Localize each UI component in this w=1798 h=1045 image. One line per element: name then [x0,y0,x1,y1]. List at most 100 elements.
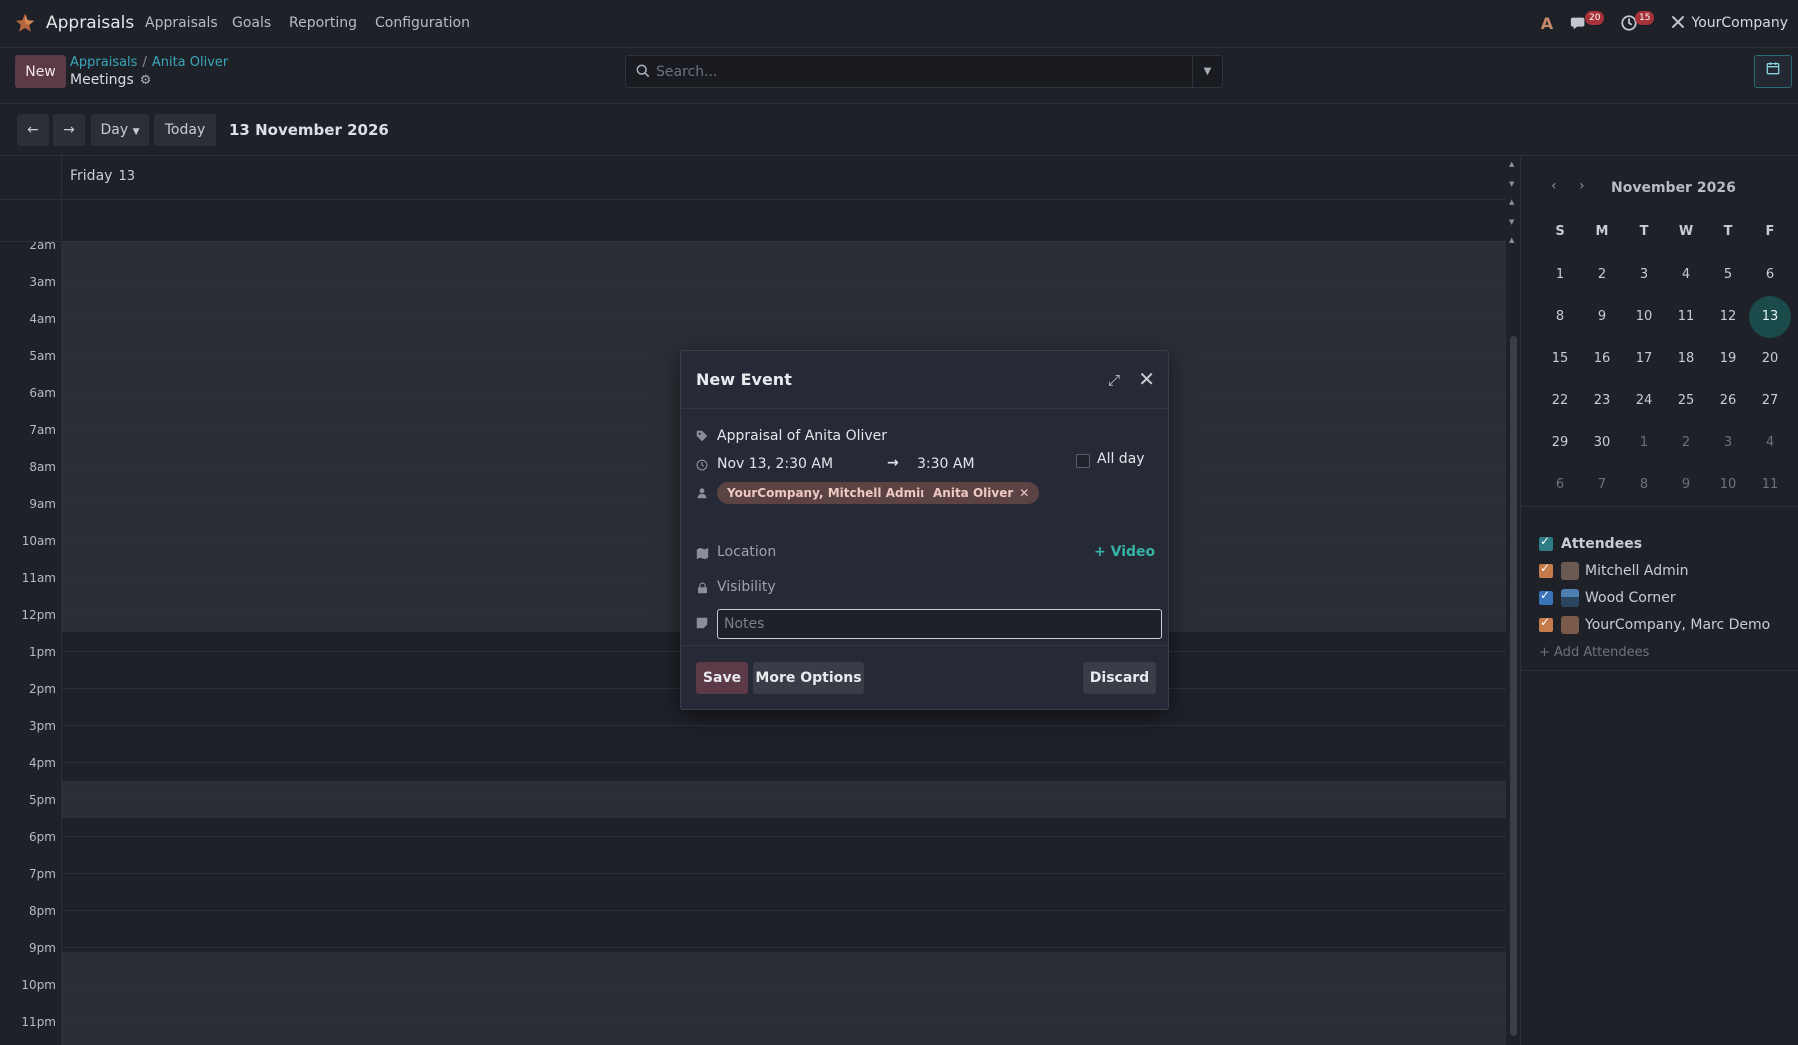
gear-icon[interactable]: ⚙ [140,73,152,88]
mini-calendar-day[interactable]: 20 [1749,338,1791,380]
attendee-checkbox[interactable] [1539,561,1553,578]
mini-calendar-day[interactable]: 13 [1749,296,1791,338]
mini-calendar-day[interactable]: 17 [1623,338,1665,380]
mini-calendar-day[interactable]: 4 [1749,422,1791,464]
mini-calendar-day[interactable]: 11 [1665,296,1707,338]
mini-calendar-day[interactable]: 27 [1749,380,1791,422]
attendee-tag[interactable]: YourCompany, Mitchell Admin✕ [717,482,955,504]
mini-calendar-day[interactable]: 4 [1665,254,1707,296]
attendee-checkbox[interactable] [1539,615,1553,632]
calendar-view-button[interactable] [1754,55,1792,88]
new-button[interactable]: New [15,55,66,88]
mini-calendar-day[interactable]: 10 [1623,296,1665,338]
appraisals-logo-icon[interactable] [14,12,36,34]
attendee-tag[interactable]: Anita Oliver ✕ [923,482,1040,504]
end-datetime-field[interactable]: 3:30 AM [917,456,975,472]
mini-calendar-prev-icon[interactable]: ‹ [1551,178,1557,194]
mini-calendar-day[interactable]: 23 [1581,380,1623,422]
tools-icon[interactable] [1668,14,1688,34]
notes-input[interactable] [717,609,1162,639]
menu-appraisals[interactable]: Appraisals [145,15,218,31]
search-options-caret-icon[interactable]: ▼ [1192,56,1222,87]
ai-assistant-icon[interactable]: A [1537,14,1557,34]
mini-calendar-day[interactable]: 30 [1581,422,1623,464]
mini-calendar-day[interactable]: 3 [1623,254,1665,296]
clock-icon [695,459,709,473]
scroll-down-icon[interactable]: ▼ [1509,180,1517,188]
discard-button[interactable]: Discard [1083,662,1156,694]
save-button[interactable]: Save [696,662,748,694]
mini-calendar-day[interactable]: 1 [1539,254,1581,296]
menu-configuration[interactable]: Configuration [375,15,470,31]
page-title: Meetings ⚙ [70,72,151,88]
mini-calendar-next-icon[interactable]: › [1579,178,1585,194]
search-input[interactable] [656,61,1156,83]
scroll-up-icon[interactable]: ▲ [1509,198,1517,206]
mini-calendar-day[interactable]: 8 [1623,464,1665,506]
hour-label: 4pm [29,756,56,770]
all-day-row[interactable] [0,200,1506,242]
scroll-up-icon[interactable]: ▲ [1509,236,1517,244]
scale-dropdown[interactable]: Day ▼ [91,114,149,146]
add-video-button[interactable]: + Video [1094,544,1155,560]
day-header: Friday 13 [0,156,1506,200]
mini-calendar-day[interactable]: 2 [1665,422,1707,464]
attendees-all-checkbox[interactable] [1539,534,1553,551]
close-icon[interactable]: ✕ [1138,367,1155,391]
menu-goals[interactable]: Goals [232,15,271,31]
scroll-down-icon[interactable]: ▼ [1509,218,1517,226]
mini-calendar-day[interactable]: 24 [1623,380,1665,422]
location-field[interactable]: Location [717,544,776,560]
mini-calendar-day[interactable]: 6 [1749,254,1791,296]
hour-label: 1pm [29,645,56,659]
breadcrumb-appraisals[interactable]: Appraisals [70,55,137,70]
expand-icon[interactable]: ⤢ [1108,371,1120,389]
scrollbar-thumb[interactable] [1510,336,1517,1036]
today-button[interactable]: Today [154,114,216,146]
mini-calendar-day[interactable]: 9 [1581,296,1623,338]
all-day-checkbox[interactable] [1076,454,1090,468]
day-label[interactable]: Friday 13 [70,168,135,184]
attendee-checkbox[interactable] [1539,588,1553,605]
mini-calendar-day[interactable]: 6 [1539,464,1581,506]
more-options-button[interactable]: More Options [753,662,864,694]
mini-calendar-day[interactable]: 7 [1581,464,1623,506]
mini-calendar-day[interactable]: 1 [1623,422,1665,464]
breadcrumb-separator: / [142,55,147,70]
event-name-field[interactable]: Appraisal of Anita Oliver [717,428,887,444]
mini-calendar-day[interactable]: 12 [1707,296,1749,338]
mini-calendar-day[interactable]: 18 [1665,338,1707,380]
app-name[interactable]: Appraisals [46,13,134,33]
mini-calendar-day[interactable]: 19 [1707,338,1749,380]
mini-calendar-day[interactable]: 15 [1539,338,1581,380]
mini-calendar-day[interactable]: 5 [1707,254,1749,296]
company-switcher[interactable]: YourCompany [1692,15,1789,31]
mini-calendar-day[interactable]: 10 [1707,464,1749,506]
attendee-filter-mitchell-admin[interactable]: Mitchell Admin [1539,561,1689,581]
remove-tag-icon[interactable]: ✕ [1019,486,1029,500]
attendees-filter-header[interactable]: Attendees [1539,534,1642,554]
next-button[interactable]: → [53,114,85,146]
mini-calendar-day[interactable]: 25 [1665,380,1707,422]
grid-scrollbar[interactable]: ▲ ▼ ▲ ▼ ▲ [1506,156,1520,1045]
mini-calendar-day[interactable]: 9 [1665,464,1707,506]
menu-reporting[interactable]: Reporting [289,15,357,31]
breadcrumb-anita-oliver[interactable]: Anita Oliver [152,55,228,70]
attendee-filter-wood-corner[interactable]: Wood Corner [1539,588,1676,608]
visibility-field[interactable]: Visibility [717,579,776,595]
scroll-up-icon[interactable]: ▲ [1509,160,1517,168]
previous-button[interactable]: ← [17,114,49,146]
start-datetime-field[interactable]: Nov 13, 2:30 AM [717,456,833,472]
mini-calendar-day[interactable]: 22 [1539,380,1581,422]
mini-calendar-day[interactable]: 11 [1749,464,1791,506]
mini-calendar-day[interactable]: 3 [1707,422,1749,464]
weekday-header: S [1555,224,1565,239]
mini-calendar-day[interactable]: 16 [1581,338,1623,380]
mini-calendar-day[interactable]: 2 [1581,254,1623,296]
mini-calendar-day[interactable]: 26 [1707,380,1749,422]
attendee-filter-marc-demo[interactable]: YourCompany, Marc Demo [1539,615,1770,635]
mini-calendar-day[interactable]: 29 [1539,422,1581,464]
mini-calendar-day[interactable]: 8 [1539,296,1581,338]
hour-label: 7am [29,423,56,437]
add-attendees-link[interactable]: + Add Attendees [1539,645,1649,660]
